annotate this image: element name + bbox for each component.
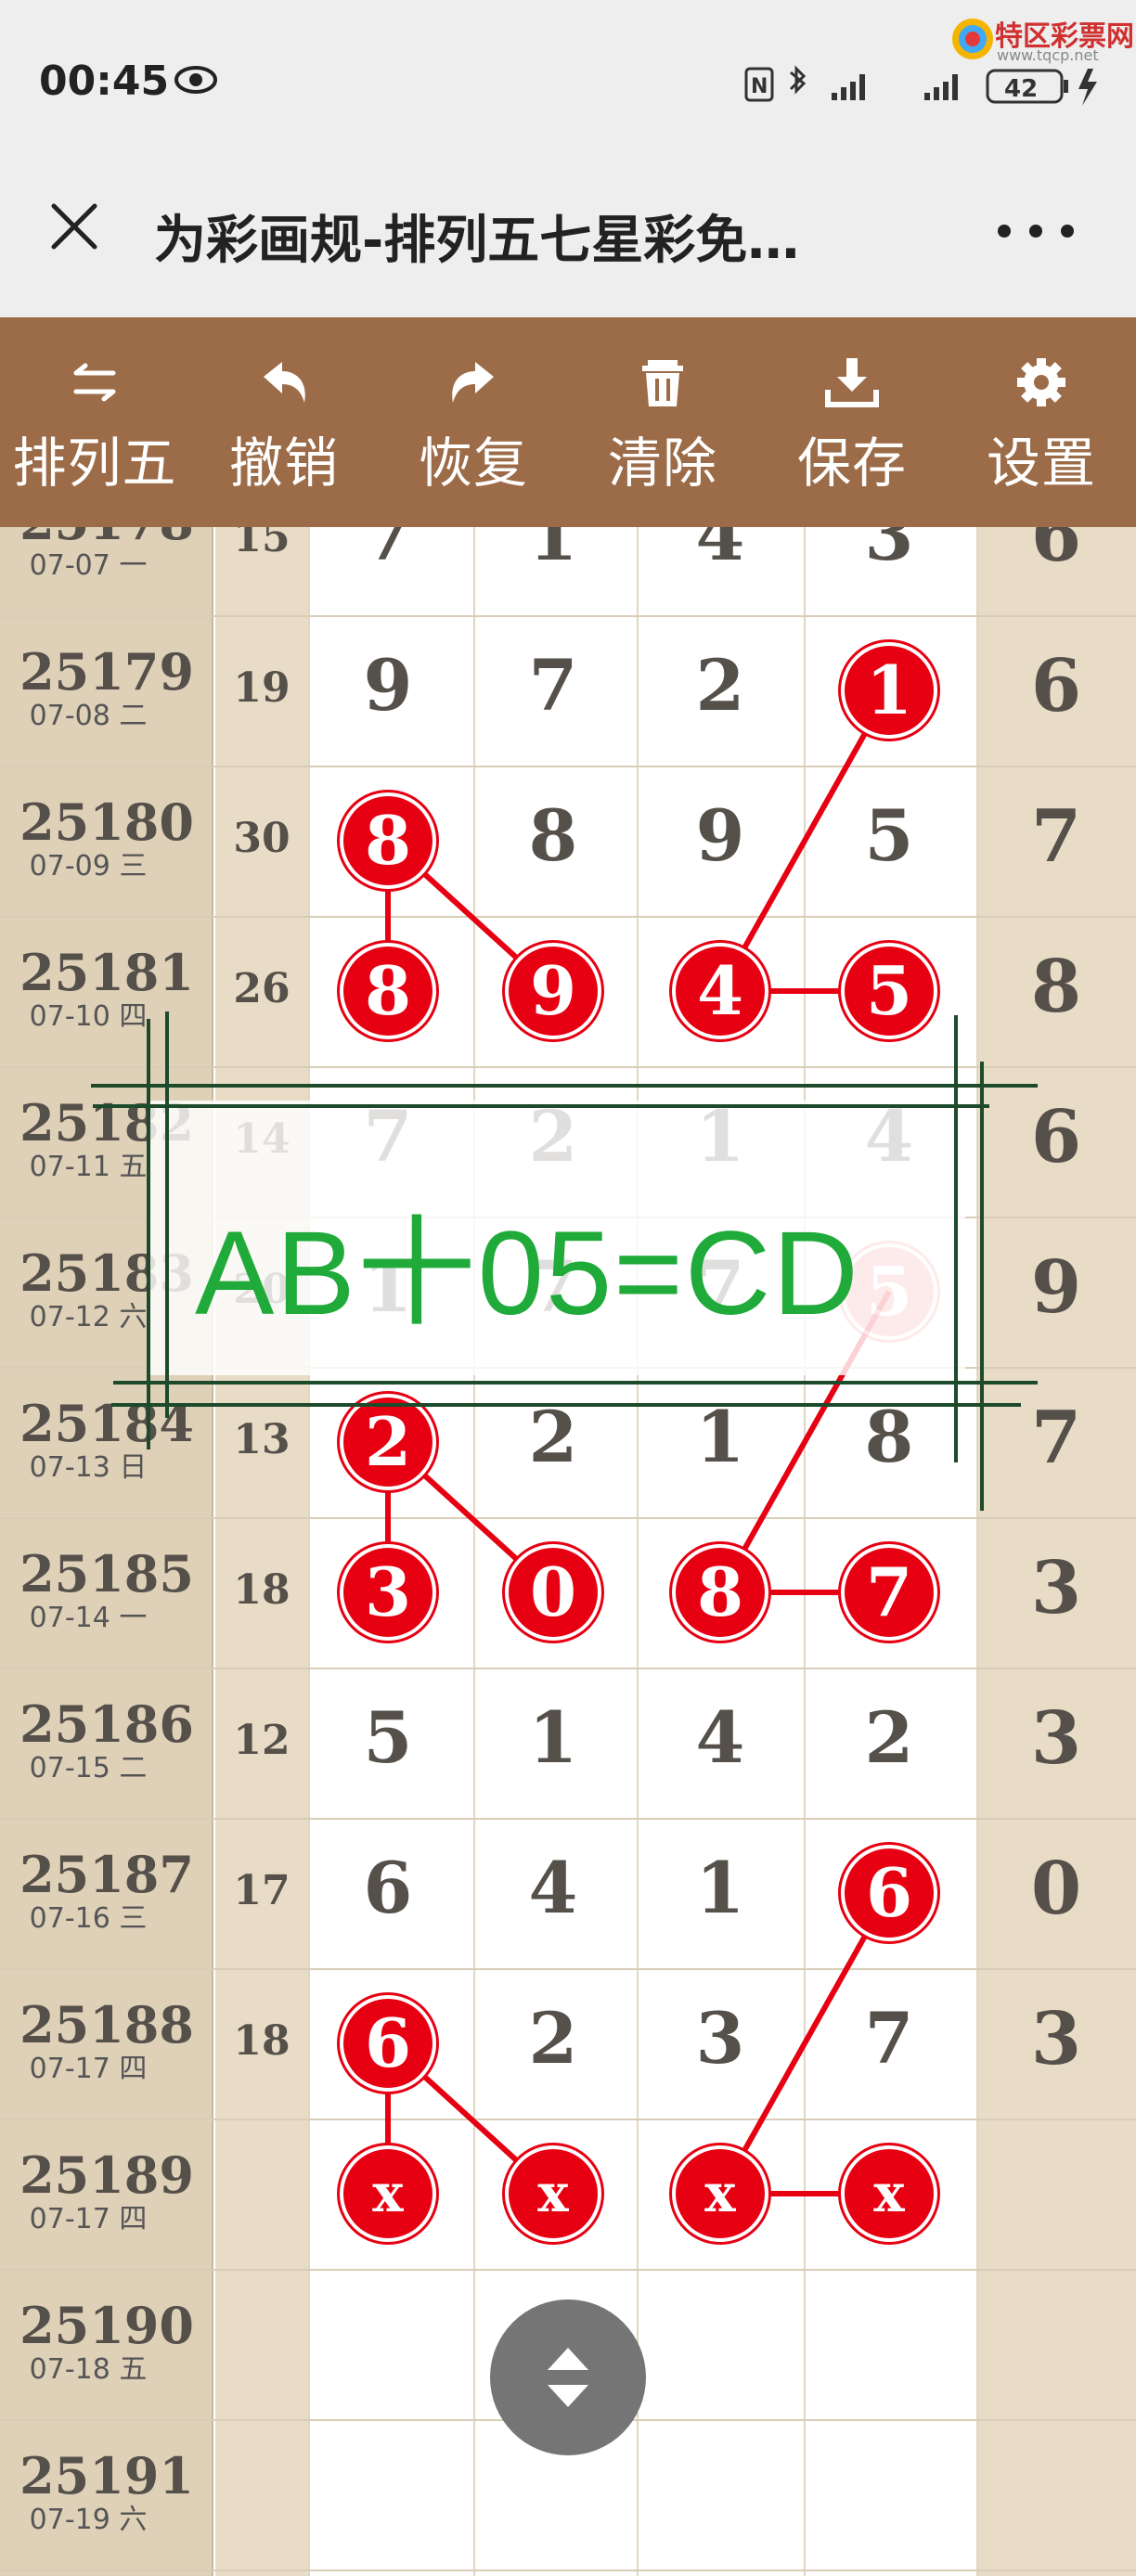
eye-icon [174, 66, 217, 94]
download-icon [825, 358, 879, 407]
tool-clear[interactable]: 清除 [568, 317, 757, 527]
scroll-toggle-button[interactable] [490, 2299, 646, 2455]
close-icon[interactable] [45, 197, 104, 256]
trash-icon [642, 360, 683, 406]
tool-label: 撤销 [228, 431, 339, 495]
page-title: 为彩画规-排列五七星彩免… [154, 211, 800, 271]
status-time: 00:45 [39, 58, 170, 105]
tool-undo[interactable]: 撤销 [189, 317, 379, 527]
tool-redo[interactable]: 恢复 [379, 317, 568, 527]
logo-site: www.tqcp.net [997, 46, 1099, 64]
signal-icon-2 [924, 74, 958, 100]
tool-label: 恢复 [418, 431, 528, 495]
status-icons: N 42 [744, 65, 1097, 106]
watermark-frame [91, 1011, 1038, 1511]
tool-label: 设置 [986, 431, 1096, 495]
tool-label: 排列五 [12, 431, 177, 495]
tool-lottery-switch[interactable]: 排列五 [0, 317, 189, 527]
svg-text:42: 42 [1004, 75, 1038, 103]
watermark-text: AB十05=CD [195, 1207, 860, 1340]
scroll-up-down-icon [548, 2348, 588, 2407]
signal-icon-1 [832, 74, 865, 100]
toolbar: 排列五 撤销 恢复 清除 保存 设置 [0, 317, 1136, 527]
tool-settings[interactable]: 设置 [947, 317, 1136, 527]
tool-label: 保存 [796, 431, 907, 495]
swap-icon [73, 363, 116, 402]
tool-save[interactable]: 保存 [757, 317, 947, 527]
undo-icon [264, 362, 305, 403]
redo-icon [452, 362, 494, 403]
bluetooth-icon [789, 65, 807, 95]
nfc-icon: N [744, 67, 774, 102]
svg-text:N: N [751, 75, 768, 98]
charging-icon [1078, 69, 1097, 106]
lottery-grid[interactable]: 2517807-07 一15714362517907-08 二199726251… [0, 527, 1136, 2576]
more-icon[interactable] [991, 217, 1084, 245]
tool-label: 清除 [607, 431, 717, 495]
gear-icon [1017, 358, 1065, 406]
